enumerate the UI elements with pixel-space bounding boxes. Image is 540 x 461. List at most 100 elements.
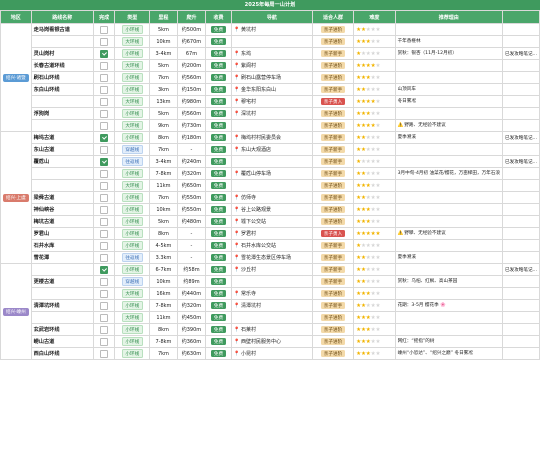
navigation-cell[interactable]: 📍刷石山露营停车场 xyxy=(230,71,313,84)
note-cell[interactable] xyxy=(501,275,540,288)
note-cell[interactable] xyxy=(501,143,540,156)
climb-cell[interactable]: 约550m xyxy=(176,203,207,216)
type-cell[interactable]: 小环线 xyxy=(114,215,151,228)
difficulty-cell[interactable]: ★★★★★ xyxy=(353,263,396,276)
reason-cell[interactable] xyxy=(394,239,503,252)
type-cell[interactable]: 小环线 xyxy=(114,203,151,216)
difficulty-cell[interactable]: ★★★★★ xyxy=(353,179,396,192)
note-cell[interactable] xyxy=(501,83,540,96)
done-checkbox[interactable] xyxy=(100,73,109,82)
type-cell[interactable]: 大环线 xyxy=(114,35,151,48)
column-header[interactable]: 爬升 xyxy=(176,10,207,24)
navigation-cell[interactable] xyxy=(230,311,313,324)
column-header[interactable]: 难度 xyxy=(353,10,396,24)
region-cell[interactable]: 绍兴·诸暨 xyxy=(0,23,32,132)
type-cell[interactable]: 往返线 xyxy=(114,251,151,264)
crowd-cell[interactable]: 亲子新手 xyxy=(311,263,355,276)
climb-cell[interactable]: - xyxy=(176,251,207,264)
distance-cell[interactable]: 7-8km xyxy=(149,167,178,180)
route-name-cell[interactable]: 长春古道环线 xyxy=(30,59,94,72)
reason-cell[interactable] xyxy=(394,143,503,156)
difficulty-cell[interactable]: ★★★★★ xyxy=(353,275,396,288)
distance-cell[interactable]: 11km xyxy=(149,311,178,324)
note-cell[interactable] xyxy=(501,251,540,264)
climb-cell[interactable]: 约240m xyxy=(176,155,207,168)
crowd-cell[interactable]: 亲子进阶 xyxy=(311,347,355,360)
reason-cell[interactable]: 嵊州“小恐达”、“绍兴之巅” 冬日雾凇 xyxy=(394,347,503,360)
column-header[interactable]: 完成 xyxy=(92,10,116,24)
reason-cell[interactable]: 3月中旬-4月初 油菜花/樱花，万亩梯田，万年石浪 xyxy=(394,167,503,180)
type-cell[interactable]: 小环线 xyxy=(114,191,151,204)
difficulty-cell[interactable]: ★★★★★ xyxy=(353,251,396,264)
distance-cell[interactable]: 3-4km xyxy=(149,155,178,168)
done-checkbox[interactable] xyxy=(100,229,109,238)
climb-cell[interactable]: 约560m xyxy=(176,71,207,84)
distance-cell[interactable]: 7-8km xyxy=(149,299,178,312)
done-cell[interactable] xyxy=(92,143,116,156)
done-checkbox[interactable] xyxy=(100,121,109,130)
fee-cell[interactable]: 免费 xyxy=(205,71,232,84)
done-cell[interactable] xyxy=(92,335,116,348)
distance-cell[interactable]: 3-4km xyxy=(149,47,178,60)
done-cell[interactable] xyxy=(92,287,116,300)
type-cell[interactable]: 往返线 xyxy=(114,155,151,168)
difficulty-cell[interactable]: ★★★★★ xyxy=(353,311,396,324)
type-cell[interactable]: 小环线 xyxy=(114,23,151,36)
route-name-cell[interactable]: 东白山环线 xyxy=(30,83,94,96)
fee-cell[interactable]: 免费 xyxy=(205,35,232,48)
type-cell[interactable]: 穿越线 xyxy=(114,275,151,288)
type-cell[interactable]: 小环线 xyxy=(114,335,151,348)
climb-cell[interactable]: 约89m xyxy=(176,275,207,288)
reason-cell[interactable]: 山顶风车 xyxy=(394,83,503,96)
difficulty-cell[interactable]: ★★★★★ xyxy=(353,191,396,204)
route-name-cell[interactable]: 西白山环线 xyxy=(30,347,94,360)
type-cell[interactable]: 小环线 xyxy=(114,71,151,84)
type-cell[interactable]: 大环线 xyxy=(114,119,151,132)
route-name-cell[interactable]: 罗君山 xyxy=(30,227,94,240)
fee-cell[interactable]: 免费 xyxy=(205,155,232,168)
fee-cell[interactable]: 免费 xyxy=(205,239,232,252)
type-cell[interactable]: 小环线 xyxy=(114,323,151,336)
navigation-cell[interactable]: 📍覆卮山停车场 xyxy=(230,167,313,180)
column-header[interactable]: 路线名称 xyxy=(30,10,94,24)
done-checkbox[interactable] xyxy=(100,265,109,274)
done-cell[interactable] xyxy=(92,179,116,192)
distance-cell[interactable]: 5km xyxy=(149,59,178,72)
type-cell[interactable]: 穿越线 xyxy=(114,143,151,156)
done-cell[interactable] xyxy=(92,323,116,336)
fee-cell[interactable]: 免费 xyxy=(205,167,232,180)
crowd-cell[interactable]: 亲子勇入 xyxy=(311,227,355,240)
done-cell[interactable] xyxy=(92,59,116,72)
done-cell[interactable] xyxy=(92,239,116,252)
climb-cell[interactable]: 约320m xyxy=(176,299,207,312)
done-cell[interactable] xyxy=(92,191,116,204)
reason-cell[interactable] xyxy=(394,155,503,168)
difficulty-cell[interactable]: ★★★★★ xyxy=(353,287,396,300)
climb-cell[interactable]: 约650m xyxy=(176,179,207,192)
column-header[interactable]: 类型 xyxy=(114,10,151,24)
route-name-cell[interactable]: 更楼古道 xyxy=(30,275,94,288)
distance-cell[interactable]: 6-7km xyxy=(149,263,178,276)
navigation-cell[interactable]: 📍常乐寺 xyxy=(230,287,313,300)
distance-cell[interactable]: 10km xyxy=(149,275,178,288)
distance-cell[interactable]: 7-8km xyxy=(149,335,178,348)
note-cell[interactable] xyxy=(501,335,540,348)
note-cell[interactable] xyxy=(501,95,540,108)
type-cell[interactable]: 大环线 xyxy=(114,59,151,72)
route-name-cell[interactable]: 东山古道 xyxy=(30,143,94,156)
reason-cell[interactable] xyxy=(394,191,503,204)
climb-cell[interactable]: 约180m xyxy=(176,131,207,144)
done-cell[interactable] xyxy=(92,275,116,288)
type-cell[interactable]: 大环线 xyxy=(114,179,151,192)
note-cell[interactable] xyxy=(501,107,540,120)
crowd-cell[interactable]: 亲子新手 xyxy=(311,191,355,204)
type-cell[interactable]: 小环线 xyxy=(114,347,151,360)
fee-cell[interactable]: 免费 xyxy=(205,323,232,336)
crowd-cell[interactable]: 亲子新手 xyxy=(311,251,355,264)
crowd-cell[interactable]: 亲子进阶 xyxy=(311,35,355,48)
reason-cell[interactable]: 夏季溯溪 xyxy=(394,131,503,144)
note-cell[interactable] xyxy=(501,119,540,132)
crowd-cell[interactable]: 亲子新手 xyxy=(311,299,355,312)
navigation-cell[interactable] xyxy=(230,119,313,132)
done-checkbox[interactable] xyxy=(100,25,109,34)
